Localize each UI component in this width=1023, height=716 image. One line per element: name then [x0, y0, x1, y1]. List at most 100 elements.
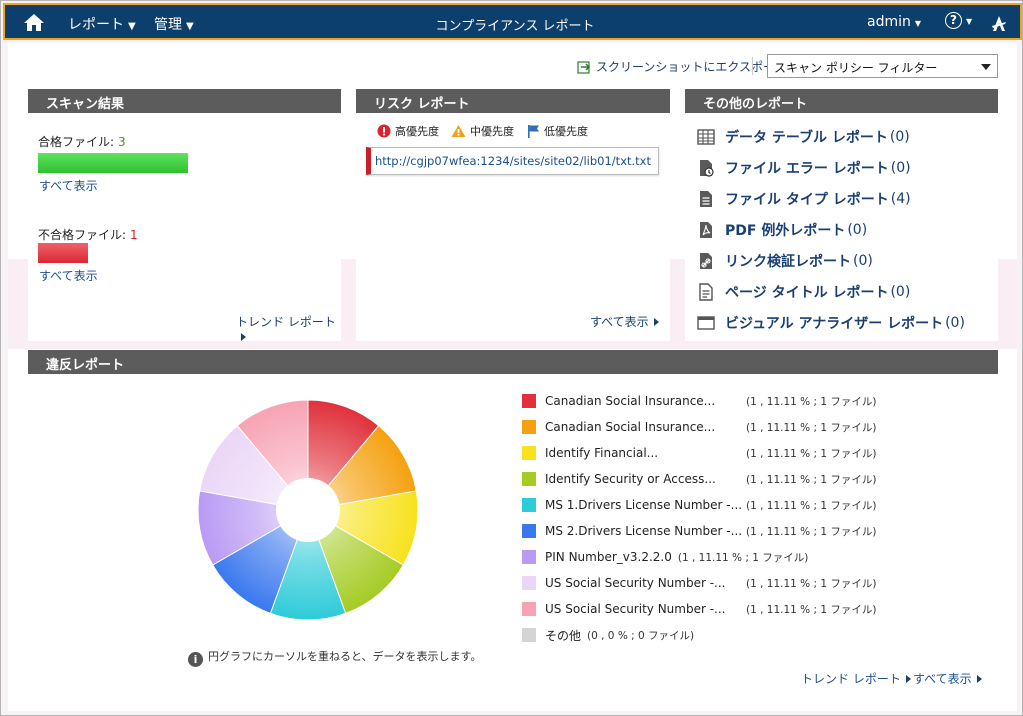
legend-item[interactable]: Canadian Social Insurance... (1 , 11.11 %… — [522, 388, 962, 414]
legend-item[interactable]: MS 1.Drivers License Number -... (1 , 11.… — [522, 492, 962, 518]
legend-swatch — [522, 394, 536, 408]
nav-reports-label: レポート — [68, 17, 124, 33]
chevron-down-icon: ▼ — [128, 21, 136, 32]
nav-admin[interactable]: 管理 ▼ — [154, 14, 194, 34]
risk-show-all-link[interactable]: すべて表示 — [590, 313, 659, 330]
arrow-right-icon — [241, 333, 246, 341]
legend-value: (1 , 11.11 % ; 1 ファイル) — [746, 395, 877, 408]
legend-value: (1 , 11.11 % ; 1 ファイル) — [746, 499, 877, 512]
show-all-label: すべて表示 — [590, 315, 649, 329]
legend-swatch — [522, 576, 536, 590]
arrow-right-icon — [905, 675, 911, 683]
legend-item[interactable]: Identify Financial... (1 , 11.11 % ; 1 ファ… — [522, 440, 962, 466]
legend-value: (0 , 0 % ; 0 ファイル) — [587, 629, 695, 642]
legend-value: (1 , 11.11 % ; 1 ファイル) — [746, 525, 877, 538]
flag-icon — [528, 125, 539, 138]
report-link-visual-analyzer[interactable]: ビジュアル アナライザー レポート (0) — [697, 307, 965, 338]
legend-name: US Social Security Number -... — [545, 602, 726, 616]
report-count: (0) — [847, 221, 868, 238]
medium-priority-legend: 中優先度 — [451, 123, 514, 139]
violation-trend-link[interactable]: トレンド レポート — [801, 670, 911, 687]
violation-pie-chart[interactable] — [198, 400, 418, 620]
report-link-page-title[interactable]: ページ タイトル レポート (0) — [697, 276, 965, 307]
pie-center-hole — [276, 478, 340, 542]
export-icon — [577, 61, 591, 74]
visual-analyzer-icon — [697, 315, 715, 330]
report-count: (0) — [890, 159, 911, 176]
legend-name: Canadian Social Insurance... — [545, 420, 716, 434]
home-icon[interactable] — [23, 12, 45, 32]
violation-report-panel: 違反レポート i 円グラフにカーソルを重ねると、データを表示します。 Canadi… — [28, 350, 998, 691]
legend-name: Identify Security or Access... — [545, 472, 716, 486]
other-reports-panel: その他のレポート データ テーブル レポート (0) ファイル エラー レポート(… — [685, 89, 998, 341]
legend-item[interactable]: US Social Security Number -... (1 , 11.11… — [522, 570, 962, 596]
legend-name: PIN Number_v3.2.2.0 — [545, 550, 672, 564]
legend-item[interactable]: その他 (0 , 0 % ; 0 ファイル) — [522, 622, 962, 648]
failed-show-all-link[interactable]: すべて表示 — [39, 267, 98, 284]
report-link-file-error[interactable]: ファイル エラー レポート (0) — [697, 152, 965, 183]
app-window: レポート ▼ 管理 ▼ コンプライアンス レポート admin ▼ ? ▼ スクリーンシ… — [0, 0, 1023, 716]
legend-name: US Social Security Number -... — [545, 576, 726, 590]
help-menu[interactable]: ? ▼ — [945, 12, 973, 34]
legend-item[interactable]: PIN Number_v3.2.2.0 (1 , 11.11 % ; 1 ファイル… — [522, 544, 962, 570]
show-all-label: すべて表示 — [913, 672, 972, 686]
file-type-icon — [700, 190, 712, 207]
panel-title: 違反レポート — [28, 350, 998, 374]
report-count: (0) — [890, 283, 911, 300]
risk-file-link[interactable]: http://cgjp07wfea:1234/sites/site02/lib0… — [366, 147, 659, 175]
pass-label: 合格ファイル: — [38, 135, 115, 149]
panel-title: リスク レポート — [356, 89, 670, 113]
warning-icon — [451, 125, 466, 137]
legend-item[interactable]: Canadian Social Insurance... (1 , 11.11 %… — [522, 414, 962, 440]
export-screenshot-link[interactable]: スクリーンショットにエクスポート — [577, 58, 787, 75]
chart-legend: Canadian Social Insurance... (1 , 11.11 %… — [522, 388, 962, 648]
panel-title: スキャン結果 — [28, 89, 341, 113]
hint-text: 円グラフにカーソルを重ねると、データを表示します。 — [208, 650, 482, 663]
trend-report-link[interactable]: トレンド レポート — [236, 313, 341, 344]
report-link-pdf-exception[interactable]: PDF 例外レポート (0) — [697, 214, 965, 245]
nav-reports[interactable]: レポート ▼ — [68, 14, 136, 34]
top-bar: レポート ▼ 管理 ▼ コンプライアンス レポート admin ▼ ? ▼ — [3, 3, 1022, 40]
pass-count: 3 — [118, 135, 126, 149]
report-link-file-type[interactable]: ファイル タイプ レポート (4) — [697, 183, 965, 214]
high-label: 高優先度 — [395, 125, 439, 138]
legend-swatch — [522, 524, 536, 538]
legend-value: (1 , 11.11 % ; 1 ファイル) — [746, 577, 877, 590]
report-count: (0) — [945, 314, 965, 331]
report-link-link-validation[interactable]: リンク検証レポート (0) — [697, 245, 965, 276]
brand-logo-icon — [992, 16, 1006, 31]
file-error-icon — [700, 159, 714, 177]
report-count: (4) — [890, 190, 911, 207]
page-title-icon — [699, 282, 713, 301]
nav-admin-label: 管理 — [154, 17, 182, 33]
low-priority-legend: 低優先度 — [527, 123, 588, 139]
passed-files-bar — [38, 153, 188, 173]
legend-swatch — [522, 498, 536, 512]
legend-swatch — [522, 602, 536, 616]
fail-label: 不合格ファイル: — [38, 228, 127, 242]
page-title: コンプライアンス レポート — [435, 19, 595, 34]
legend-item[interactable]: Identify Security or Access... (1 , 11.11… — [522, 466, 962, 492]
failed-files-bar — [38, 243, 88, 263]
report-label: ページ タイトル レポート — [725, 284, 889, 301]
info-icon: i — [188, 652, 203, 667]
export-label: スクリーンショットにエクスポート — [596, 60, 788, 74]
report-label: ファイル エラー レポート — [725, 160, 889, 177]
report-link-data-table[interactable]: データ テーブル レポート (0) — [697, 121, 965, 152]
scan-policy-filter-select[interactable]: スキャン ポリシー フィルター — [767, 54, 998, 78]
link-icon — [700, 252, 712, 269]
filter-value: スキャン ポリシー フィルター — [774, 61, 938, 75]
caret-down-icon: ▼ — [966, 17, 973, 26]
report-label: ビジュアル アナライザー レポート — [725, 315, 944, 332]
legend-item[interactable]: MS 2.Drivers License Number -... (1 , 11.… — [522, 518, 962, 544]
passed-show-all-link[interactable]: すべて表示 — [39, 177, 98, 194]
scan-results-panel: スキャン結果 合格ファイル: 3 すべて表示 不合格ファイル: 1 すべて表示 トレ… — [28, 89, 341, 341]
legend-name: Identify Financial... — [545, 446, 659, 460]
arrow-right-icon — [653, 318, 659, 326]
trend-label: トレンド レポート — [801, 672, 901, 686]
dropdown-caret-icon — [981, 64, 991, 70]
user-menu[interactable]: admin ▼ — [867, 14, 921, 30]
violation-show-all-link[interactable]: すべて表示 — [913, 670, 982, 687]
legend-item[interactable]: US Social Security Number -... (1 , 11.11… — [522, 596, 962, 622]
risk-report-panel: リスク レポート 高優先度 中優先度 低優先度 http://cgjp07wfe… — [356, 89, 670, 341]
